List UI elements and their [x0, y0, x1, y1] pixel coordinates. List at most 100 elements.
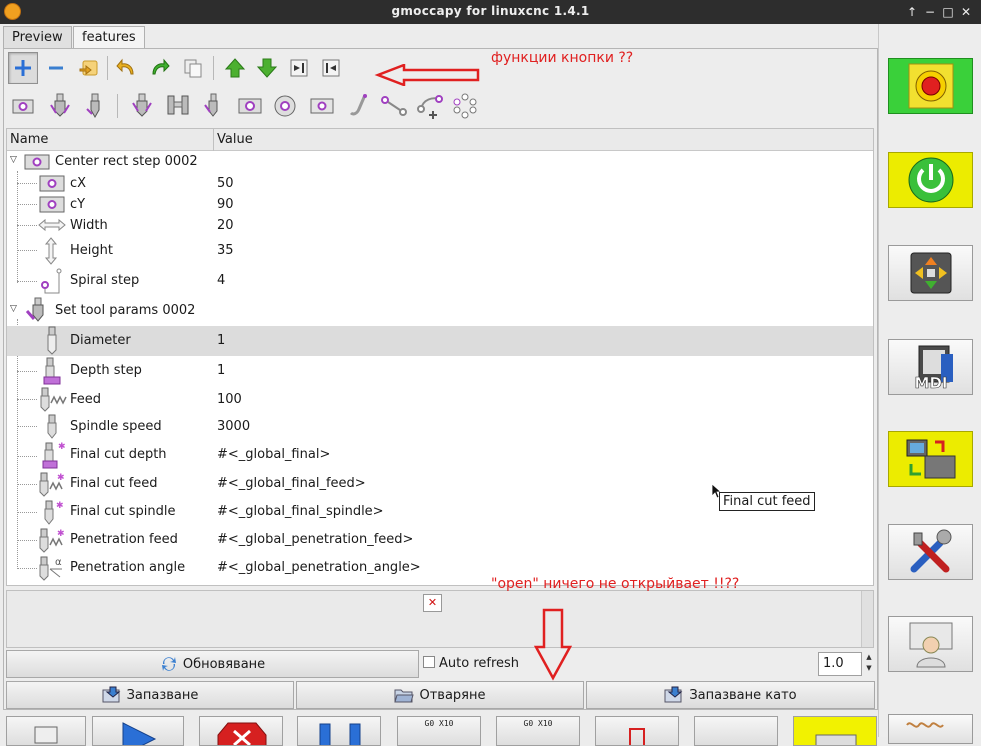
tree-row-value[interactable]: 90 [217, 197, 234, 212]
indent-button[interactable] [284, 52, 314, 84]
tree-row-value[interactable]: #<_global_final_feed> [217, 476, 366, 491]
svg-text:✱: ✱ [58, 442, 65, 452]
tree-row-value[interactable]: #<_global_penetration_angle> [217, 560, 421, 575]
remove-button[interactable] [41, 52, 71, 84]
move-down-button[interactable] [252, 52, 282, 84]
tree-row[interactable]: Feed 100 [7, 386, 873, 413]
final-feed-icon: ✱ [38, 471, 66, 497]
undo-button[interactable] [111, 52, 141, 84]
feature-line-button[interactable] [379, 90, 409, 122]
tab-features[interactable]: features [73, 26, 145, 49]
tree-row[interactable]: cY 90 [7, 194, 873, 215]
feature-mill-pair-button[interactable] [163, 90, 193, 122]
power-icon [908, 157, 953, 203]
feature-rect-outline-button[interactable] [307, 90, 337, 122]
feature-circle-pattern-button[interactable] [450, 90, 480, 122]
column-header-name[interactable]: Name [10, 132, 48, 147]
tree-row[interactable]: α Penetration angle #<_global_penetratio… [7, 554, 873, 582]
tree-row-value[interactable]: 20 [217, 218, 234, 233]
feature-arc-add-button[interactable] [415, 90, 445, 122]
window-shade-button[interactable]: ↑ [904, 4, 920, 20]
tree-row-value[interactable]: 50 [217, 176, 234, 191]
tree-row-value[interactable]: 3000 [217, 419, 250, 434]
highlighted-button[interactable] [793, 716, 877, 746]
window-maximize-button[interactable]: □ [940, 4, 956, 20]
tree-row-value[interactable]: 1 [217, 363, 225, 378]
copy-button[interactable] [178, 52, 208, 84]
window-minimize-button[interactable]: − [922, 4, 938, 20]
g0-x10-alt-label: G0 X10 [523, 719, 553, 728]
tree-row-value[interactable]: 35 [217, 243, 234, 258]
refresh-button[interactable]: Обновяване [6, 650, 419, 678]
redo-button[interactable] [145, 52, 175, 84]
tree-group-row[interactable]: ▽ Set tool params 0002 [7, 297, 873, 325]
tree-row-value[interactable]: 4 [217, 273, 225, 288]
open-button[interactable]: Отваряне [296, 681, 584, 709]
description-scrollbar[interactable] [861, 591, 873, 647]
add-button[interactable] [8, 52, 38, 84]
error-close-icon[interactable]: ✕ [423, 594, 442, 612]
pause-button[interactable] [297, 716, 381, 746]
g0-x10-button[interactable]: G0 X10 [397, 716, 481, 746]
tree-row[interactable]: Height 35 [7, 236, 873, 266]
mdi-mode-button[interactable]: MDI [888, 339, 973, 395]
save-button[interactable]: Запазване [6, 681, 294, 709]
tree-row[interactable]: ✱ Penetration feed #<_global_penetration… [7, 526, 873, 554]
column-header-value[interactable]: Value [217, 132, 253, 147]
save-as-button[interactable]: Запазване като [586, 681, 875, 709]
feature-probe-button[interactable] [344, 90, 374, 122]
auto-mode-button[interactable] [888, 431, 973, 487]
feature-rect-pocket-button[interactable] [8, 90, 38, 122]
g0-x10-alt-button[interactable]: G0 X10 [496, 716, 580, 746]
exit-button[interactable] [595, 716, 679, 746]
tab-preview[interactable]: Preview [3, 26, 72, 48]
blank-button[interactable] [694, 716, 778, 746]
tree-row-value[interactable]: #<_global_final_spindle> [217, 504, 384, 519]
emergency-stop-button[interactable] [888, 58, 973, 114]
unindent-button[interactable] [316, 52, 346, 84]
feature-circle-button[interactable] [270, 90, 300, 122]
feature-mill-button[interactable] [45, 90, 75, 122]
tree-row[interactable]: ✱ Final cut depth #<_global_final> [7, 440, 873, 470]
feature-drill-button[interactable] [80, 90, 110, 122]
tree-row[interactable]: Width 20 [7, 215, 873, 236]
tree-row-name: Feed [70, 392, 102, 407]
auto-run-button[interactable] [92, 716, 184, 746]
tree-row[interactable]: Spindle speed 3000 [7, 413, 873, 440]
scale-spinbutton[interactable]: 1.0 [818, 652, 862, 676]
tree-row[interactable]: Depth step 1 [7, 356, 873, 386]
auto-refresh-checkbox[interactable] [423, 656, 435, 668]
tree-row-value[interactable]: #<_global_penetration_feed> [217, 532, 413, 547]
expander-icon[interactable]: ▽ [10, 304, 17, 314]
move-up-button[interactable] [220, 52, 250, 84]
manual-button[interactable] [6, 716, 86, 746]
open-folder-icon [394, 689, 415, 703]
feature-tree[interactable]: Name Value ▽ Center rect step 0002 cX 50… [6, 128, 874, 586]
feature-mill-small-button[interactable] [198, 90, 228, 122]
manual-mode-button[interactable] [888, 245, 973, 301]
bottom-side-button[interactable] [888, 714, 973, 744]
feature-rect-center-button[interactable] [235, 90, 265, 122]
duplicate-button[interactable] [73, 52, 103, 84]
blank-icon [695, 717, 778, 746]
tree-row[interactable]: cX 50 [7, 173, 873, 194]
tree-row-value[interactable]: 1 [217, 333, 225, 348]
tree-row[interactable]: Spiral step 4 [7, 266, 873, 296]
settings-button[interactable] [888, 524, 973, 580]
spin-arrows-icon[interactable]: ▲ ▼ [864, 652, 874, 676]
tree-row-name: cX [70, 176, 87, 191]
tree-row-value[interactable]: 100 [217, 392, 242, 407]
machine-power-button[interactable] [888, 152, 973, 208]
tree-group-row[interactable]: ▽ Center rect step 0002 [7, 151, 873, 173]
g0-x10-label: G0 X10 [424, 719, 454, 728]
tree-row-name: Height [70, 243, 113, 258]
user-tabs-button[interactable] [888, 616, 973, 672]
tree-row[interactable]: Diameter 1 [7, 326, 873, 356]
tree-row-value[interactable]: #<_global_final> [217, 447, 330, 462]
stop-icon [217, 722, 267, 745]
rect-center-icon [39, 174, 65, 193]
feature-mill-group-button[interactable] [127, 90, 157, 122]
stop-button[interactable] [199, 716, 283, 746]
expander-icon[interactable]: ▽ [10, 155, 17, 165]
window-close-button[interactable]: ✕ [958, 4, 974, 20]
